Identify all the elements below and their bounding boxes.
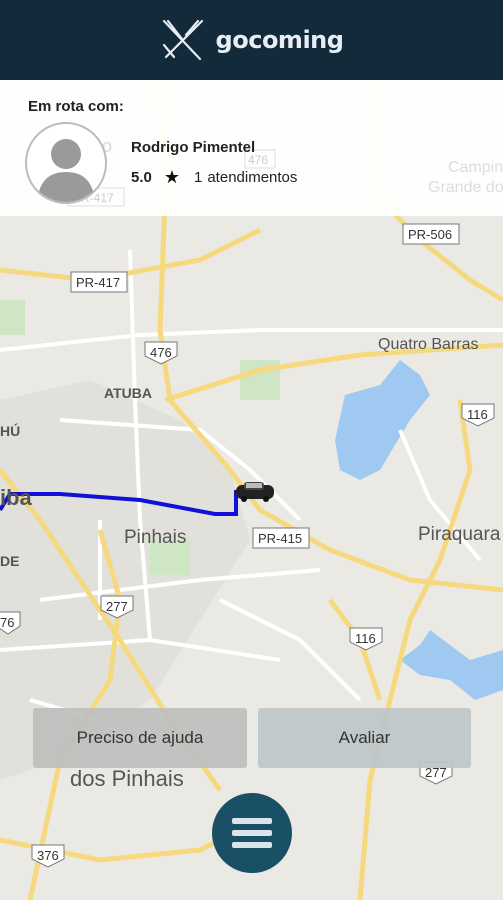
- rating-value: 5.0: [131, 169, 152, 186]
- driver-rating: 5.0 ★ 1 atendimentos: [131, 167, 297, 188]
- road-376-shield: 376: [37, 848, 59, 863]
- star-icon: ★: [163, 167, 180, 187]
- hamburger-line: [232, 830, 272, 836]
- road-76-shield: 76: [0, 615, 14, 630]
- map-label-hu: HÚ: [0, 422, 20, 439]
- map-label-campina: Campina: [448, 159, 503, 176]
- road-116-shield-a: 116: [467, 407, 488, 422]
- user-silhouette-icon: [37, 139, 95, 202]
- road-277-shield-a: 277: [106, 599, 128, 614]
- attendances-count: 1: [194, 169, 203, 186]
- attendances-label: atendimentos: [207, 169, 298, 186]
- road-476-shield: 476: [150, 345, 172, 360]
- road-pr506-shield: PR-506: [408, 227, 452, 242]
- map-label-piraquara: Piraquara: [418, 524, 501, 545]
- help-button[interactable]: Preciso de ajuda: [33, 708, 247, 768]
- driver-name: Rodrigo Pimentel: [131, 139, 256, 156]
- map-label-pinhais: Pinhais: [124, 527, 186, 548]
- route-label: Em rota com:: [28, 98, 124, 115]
- gocoming-x-logo-icon: [162, 19, 203, 61]
- map-label-campina-2: Grande do: [428, 179, 503, 196]
- road-pr417-shield: PR-417: [76, 275, 120, 290]
- hamburger-line: [232, 842, 272, 848]
- road-pr415-shield: PR-415: [258, 531, 302, 546]
- app-header: gocoming: [0, 0, 503, 80]
- map-label-city: iba: [0, 485, 33, 510]
- rate-button[interactable]: Avaliar: [258, 708, 471, 768]
- brand: gocoming: [160, 17, 344, 63]
- map-label-atuba: ATUBA: [104, 385, 152, 401]
- menu-button[interactable]: [212, 793, 292, 873]
- map-label-sao-jose: dos Pinhais: [70, 766, 184, 791]
- map-label-de: DE: [0, 553, 19, 569]
- driver-avatar: [25, 122, 107, 204]
- driver-card: Colombo Campina Grande do 476 PR-417 Em …: [0, 80, 503, 216]
- road-116-shield-b: 116: [355, 631, 376, 646]
- hamburger-menu-icon: [232, 818, 272, 824]
- brand-name: gocoming: [215, 26, 344, 54]
- map-label-quatro-barras: Quatro Barras: [378, 336, 478, 353]
